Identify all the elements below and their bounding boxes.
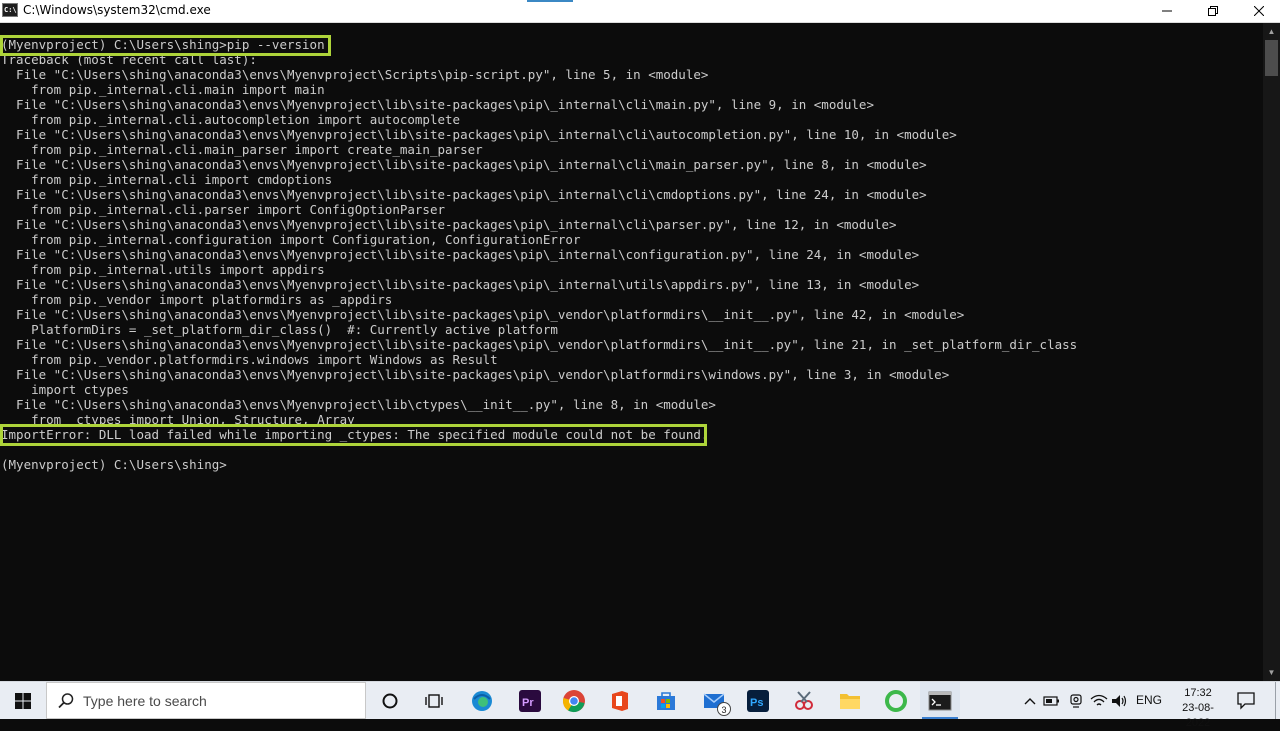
console-output[interactable]: (Myenvproject) C:\Users\shing>pip --vers… (0, 23, 1263, 681)
taskbar: Type here to search Pr 3 Ps ENG 17:32 23… (0, 681, 1280, 729)
wifi-tray-icon[interactable] (1090, 692, 1108, 710)
console-line: from pip._vendor import platformdirs as … (1, 292, 393, 307)
minimize-button[interactable] (1144, 0, 1190, 22)
title-bar: C:\ C:\Windows\system32\cmd.exe (0, 0, 1280, 23)
console-line: import ctypes (1, 382, 129, 397)
cmd-icon: C:\ (2, 3, 18, 17)
window-title: C:\Windows\system32\cmd.exe (23, 3, 211, 17)
task-view-icon (425, 694, 443, 708)
mail-taskbar-button[interactable]: 3 (699, 686, 731, 716)
battery-tray-icon[interactable] (1043, 692, 1061, 710)
folder-icon (840, 694, 860, 709)
task-view-button[interactable] (419, 686, 449, 716)
taskbar-search-box[interactable]: Type here to search (46, 682, 366, 719)
camera-tray-icon[interactable] (1067, 692, 1085, 710)
chrome-taskbar-button[interactable] (559, 686, 589, 716)
console-line: File "C:\Users\shing\anaconda3\envs\Myen… (1, 337, 1078, 352)
console-line: File "C:\Users\shing\anaconda3\envs\Myen… (1, 127, 957, 142)
console-line: File "C:\Users\shing\anaconda3\envs\Myen… (1, 157, 927, 172)
windows-logo-icon (15, 693, 31, 709)
cortana-button[interactable] (375, 686, 405, 716)
console-line: File "C:\Users\shing\anaconda3\envs\Myen… (1, 247, 920, 262)
scroll-up-icon[interactable]: ▲ (1263, 23, 1280, 40)
command-prompt-icon (928, 691, 952, 711)
mail-badge: 3 (717, 702, 731, 716)
snip-taskbar-button[interactable] (789, 686, 819, 716)
console-line: File "C:\Users\shing\anaconda3\envs\Myen… (1, 397, 716, 412)
restore-icon (1208, 6, 1218, 16)
scroll-down-icon[interactable]: ▼ (1263, 664, 1280, 681)
error-highlight-box (0, 424, 707, 446)
store-taskbar-button[interactable] (651, 686, 681, 716)
close-button[interactable] (1236, 0, 1280, 22)
console-line: from pip._internal.cli.main import main (1, 82, 325, 97)
webcam-icon (1070, 694, 1082, 708)
cortana-icon (382, 693, 398, 709)
minimize-icon (1162, 10, 1172, 12)
green-ring-app-icon (885, 690, 907, 712)
input-language-indicator[interactable]: ENG (1136, 693, 1162, 707)
clock-time: 17:32 (1184, 687, 1212, 699)
notification-icon (1237, 692, 1255, 710)
start-button[interactable] (0, 682, 46, 720)
premiere-icon: Pr (519, 690, 541, 712)
scrollbar-thumb[interactable] (1265, 40, 1278, 76)
volume-tray-icon[interactable] (1111, 692, 1129, 710)
console-line: File "C:\Users\shing\anaconda3\envs\Myen… (1, 277, 920, 292)
console-line: from pip._internal.cli import cmdoptions (1, 172, 333, 187)
console-line: from pip._internal.cli.parser import Con… (1, 202, 446, 217)
console-line: File "C:\Users\shing\anaconda3\envs\Myen… (1, 187, 927, 202)
battery-plug-icon (1043, 696, 1059, 706)
console-line: (Myenvproject) C:\Users\shing> (1, 457, 227, 472)
console-line: from pip._internal.utils import appdirs (1, 262, 325, 277)
photoshop-taskbar-button[interactable]: Ps (743, 686, 773, 716)
console-line: from pip._vendor.platformdirs.windows im… (1, 352, 498, 367)
edge-taskbar-button[interactable] (467, 686, 497, 716)
console-line: File "C:\Users\shing\anaconda3\envs\Myen… (1, 67, 709, 82)
circle-app-taskbar-button[interactable] (881, 686, 911, 716)
taskbar-clock[interactable]: 17:32 23-08-2022 (1170, 686, 1226, 731)
chrome-icon (562, 690, 585, 713)
search-placeholder: Type here to search (83, 693, 207, 709)
wifi-icon (1090, 694, 1108, 706)
svg-text:Ps: Ps (750, 697, 763, 709)
console-line: File "C:\Users\shing\anaconda3\envs\Myen… (1, 97, 874, 112)
photoshop-icon: Ps (747, 690, 769, 712)
console-line: File "C:\Users\shing\anaconda3\envs\Myen… (1, 367, 950, 382)
vertical-scrollbar[interactable]: ▲ ▼ (1263, 23, 1280, 681)
office-icon (612, 691, 628, 711)
chevron-up-icon (1024, 698, 1036, 705)
show-desktop-button[interactable] (1275, 682, 1276, 719)
console-line: from pip._internal.configuration import … (1, 232, 581, 247)
microsoft-store-icon (657, 692, 675, 710)
premiere-taskbar-button[interactable]: Pr (515, 686, 545, 716)
console-line: from pip._internal.cli.main_parser impor… (1, 142, 483, 157)
console-lines: (Myenvproject) C:\Users\shing>pip --vers… (1, 37, 1077, 472)
cmd-taskbar-button[interactable] (925, 686, 955, 716)
speaker-icon (1112, 695, 1127, 707)
office-taskbar-button[interactable] (605, 686, 635, 716)
clock-date: 23-08-2022 (1182, 702, 1214, 729)
console-line: from pip._internal.cli.autocompletion im… (1, 112, 461, 127)
console-line: File "C:\Users\shing\anaconda3\envs\Myen… (1, 217, 897, 232)
snipping-tool-icon (795, 691, 813, 710)
svg-text:Pr: Pr (522, 697, 534, 709)
edge-icon (472, 691, 492, 711)
close-icon (1254, 6, 1264, 16)
title-bar-accent (527, 0, 573, 2)
search-icon (58, 693, 74, 709)
console-line: PlatformDirs = _set_platform_dir_class()… (1, 322, 558, 337)
command-highlight-box (0, 35, 331, 56)
show-hidden-icons-button[interactable] (1021, 692, 1039, 710)
restore-button[interactable] (1190, 0, 1236, 22)
console-line: File "C:\Users\shing\anaconda3\envs\Myen… (1, 307, 965, 322)
action-center-button[interactable] (1236, 690, 1256, 715)
file-explorer-taskbar-button[interactable] (835, 686, 865, 716)
